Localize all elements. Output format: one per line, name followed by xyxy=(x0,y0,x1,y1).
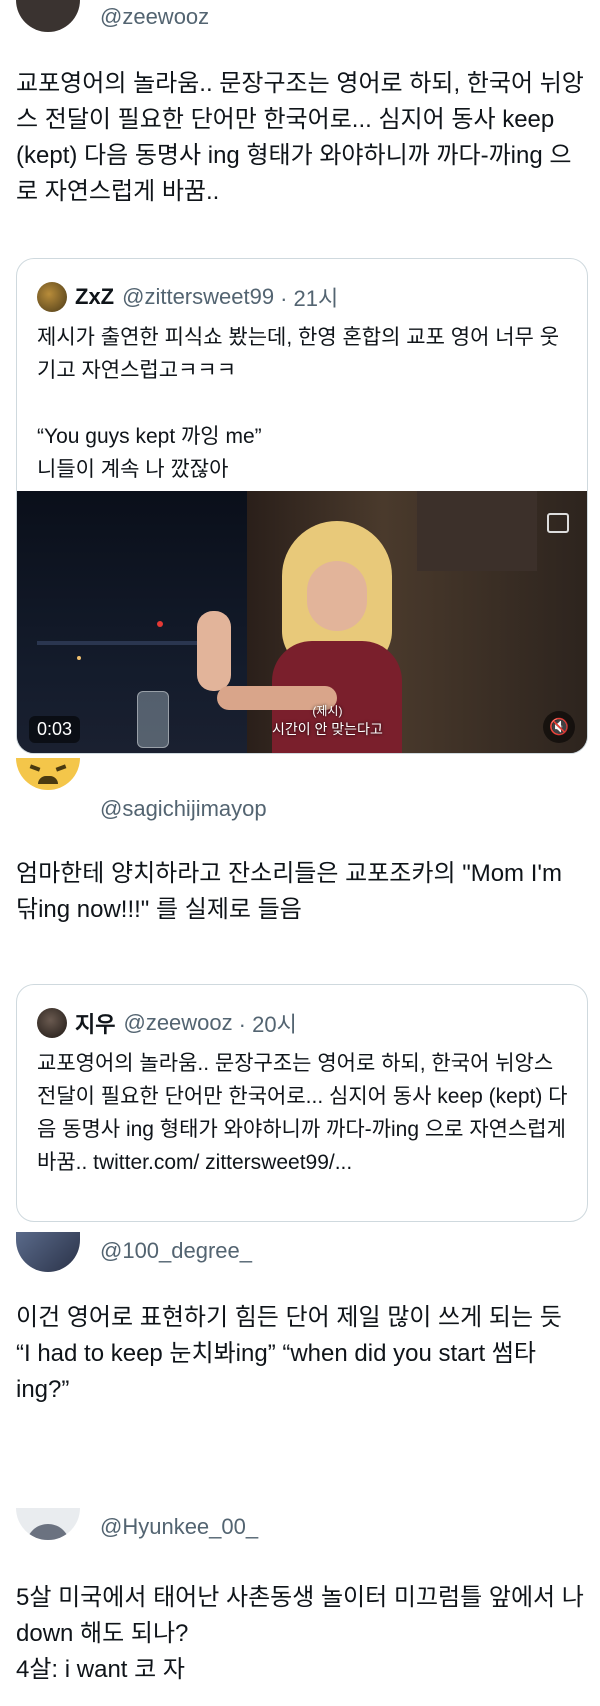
quote-text: 제시가 출연한 피식쇼 봤는데, 한영 혼합의 교포 영어 너무 웃기고 자연스… xyxy=(37,326,560,481)
quote-author-name: ZxZ xyxy=(75,284,115,309)
quote-author-handle: @zeewooz xyxy=(123,1010,233,1035)
tweet-text: 이건 영어로 표현하기 힘든 단어 제일 많이 쓰게 되는 듯 “I had t… xyxy=(16,1304,562,1403)
video-subtitle: (제시) 시간이 안 맞는다고 xyxy=(272,704,383,737)
tweet-handle[interactable]: @sagichijimayop xyxy=(100,796,267,822)
avatar[interactable] xyxy=(16,1508,80,1540)
avatar xyxy=(37,282,67,312)
video-timestamp: 0:03 xyxy=(29,716,81,743)
captions-icon[interactable] xyxy=(547,513,569,533)
quote-tweet[interactable]: 지우 @zeewooz · 20시 교포영어의 놀라움.. 문장구조는 영어로 … xyxy=(16,984,588,1222)
tweet-handle[interactable]: @Hyunkee_00_ xyxy=(100,1514,258,1540)
avatar xyxy=(37,1008,67,1038)
avatar[interactable] xyxy=(16,0,80,32)
quote-time: · 21시 xyxy=(280,286,339,311)
mute-icon[interactable]: 🔇 xyxy=(543,711,575,743)
tweet-text: 엄마한테 양치하라고 잔소리들은 교포조카의 "Mom I'm 닦ing now… xyxy=(16,860,562,923)
tweet-text: 5살 미국에서 태어난 사촌동생 놀이터 미끄럼틀 앞에서 나 down 해도 … xyxy=(16,1584,584,1683)
avatar[interactable] xyxy=(16,758,80,790)
quote-time: · 20시 xyxy=(238,1012,297,1037)
tweet-handle[interactable]: @zeewooz xyxy=(100,4,209,30)
quote-author-name: 지우 xyxy=(75,1012,116,1037)
tweet-handle[interactable]: @100_degree_ xyxy=(100,1238,252,1264)
quote-text: 교포영어의 놀라움.. 문장구조는 영어로 하되, 한국어 뉘앙스 전달이 필요… xyxy=(37,1052,568,1174)
tweet-text: 교포영어의 놀라움.. 문장구조는 영어로 하되, 한국어 뉘앙스 전달이 필요… xyxy=(16,70,584,205)
quote-author-handle: @zittersweet99 xyxy=(122,284,275,309)
quote-tweet[interactable]: ZxZ @zittersweet99 · 21시 제시가 출연한 피식쇼 봤는데… xyxy=(16,258,588,754)
video-player[interactable]: (제시) 시간이 안 맞는다고 0:03 🔇 xyxy=(17,491,587,753)
avatar[interactable] xyxy=(16,1232,80,1272)
